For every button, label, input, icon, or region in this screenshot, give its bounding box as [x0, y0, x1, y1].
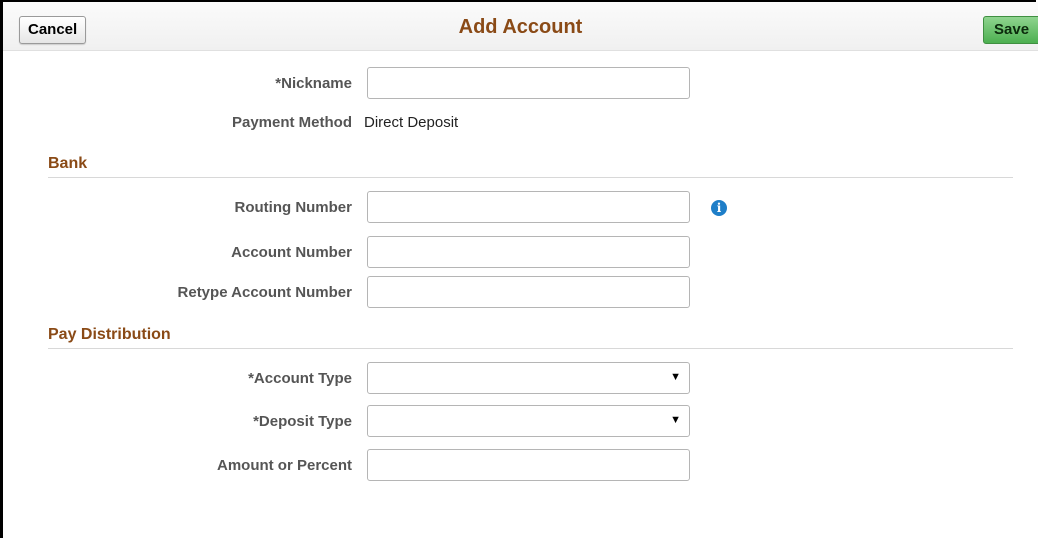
pay-distribution-section-header: Pay Distribution: [48, 326, 1013, 349]
nickname-input[interactable]: [367, 67, 690, 99]
amount-or-percent-input[interactable]: [367, 449, 690, 481]
account-type-select[interactable]: ▼: [367, 362, 690, 394]
routing-number-row: Routing Number i: [0, 191, 1038, 223]
retype-account-number-label: Retype Account Number: [177, 284, 352, 301]
deposit-type-select[interactable]: ▼: [367, 405, 690, 437]
payment-method-value: Direct Deposit: [364, 114, 459, 131]
payment-method-row: Payment Method Direct Deposit: [0, 106, 1038, 138]
account-type-row: *Account Type ▼: [0, 362, 1038, 394]
save-button[interactable]: Save: [983, 16, 1038, 44]
amount-or-percent-label: Amount or Percent: [216, 457, 352, 474]
header-bar: Cancel Add Account Save: [3, 2, 1038, 51]
nickname-row: *Nickname: [0, 67, 1038, 99]
amount-or-percent-row: Amount or Percent: [0, 449, 1038, 481]
routing-number-label: Routing Number: [234, 199, 353, 216]
page-title: Add Account: [458, 16, 583, 38]
retype-account-number-row: Retype Account Number: [0, 276, 1038, 308]
account-type-label: *Account Type: [248, 370, 352, 387]
bank-section-title: Bank: [48, 155, 88, 172]
dropdown-arrow-icon: ▼: [670, 414, 681, 426]
nickname-label: *Nickname: [275, 75, 352, 92]
routing-number-input[interactable]: [367, 191, 690, 223]
payment-method-label: Payment Method: [231, 114, 352, 131]
pay-distribution-section-title: Pay Distribution: [48, 326, 171, 343]
retype-account-number-input[interactable]: [367, 276, 690, 308]
dropdown-arrow-icon: ▼: [670, 371, 681, 383]
account-number-input[interactable]: [367, 236, 690, 268]
deposit-type-label: *Deposit Type: [253, 413, 352, 430]
deposit-type-row: *Deposit Type ▼: [0, 405, 1038, 437]
bank-section-header: Bank: [48, 155, 1013, 178]
account-number-row: Account Number: [0, 236, 1038, 268]
info-icon[interactable]: i: [711, 200, 727, 216]
account-number-label: Account Number: [231, 244, 352, 261]
